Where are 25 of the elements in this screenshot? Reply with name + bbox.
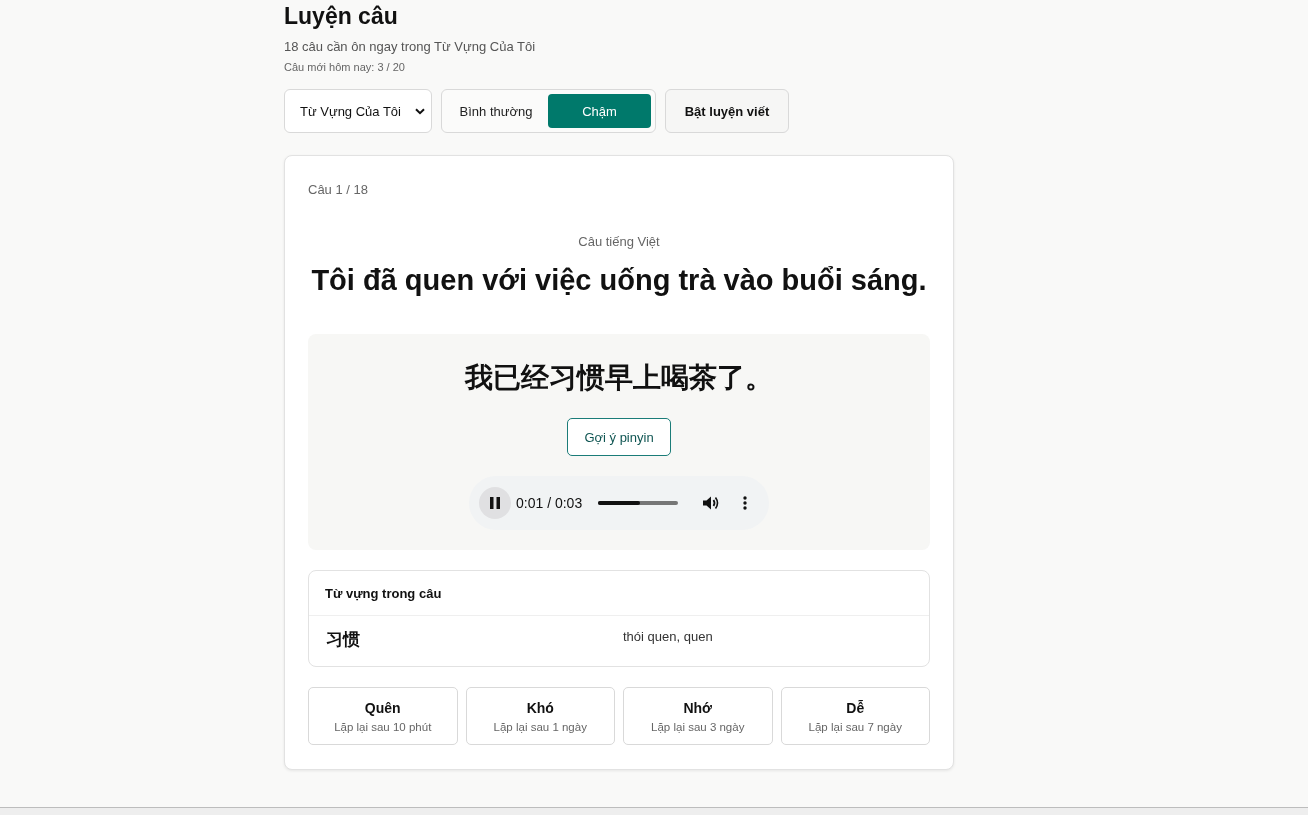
writing-practice-button[interactable]: Bật luyện viết: [665, 89, 789, 133]
vocab-heading: Từ vựng trong câu: [325, 585, 442, 601]
daily-count-text: Câu mới hôm nay: 3 / 20: [284, 60, 405, 75]
vocab-meaning: thói quen, quen: [623, 628, 713, 646]
pause-button[interactable]: [479, 487, 511, 519]
prompt-sentence: Tôi đã quen với việc uống trà vào buổi sáng.: [311, 263, 927, 298]
rating-button[interactable]: Quên Lặp lại sau 10 phút: [308, 687, 458, 745]
subtitle-text: 18 câu cần ôn ngay trong Từ Vựng Của Tôi: [284, 38, 536, 56]
page-title: Luyện câu: [284, 2, 398, 31]
rating-button[interactable]: Khó Lặp lại sau 1 ngày: [465, 687, 615, 745]
more-options-icon[interactable]: [743, 496, 748, 510]
chinese-sentence: 我已经习惯早上喝茶了。: [465, 361, 773, 395]
pinyin-hint-button[interactable]: Gợi ý pinyin: [567, 418, 671, 456]
chevron-down-icon: [415, 107, 425, 115]
deck-select[interactable]: Từ Vựng Của Tôi: [284, 89, 432, 133]
progress-track[interactable]: [598, 501, 679, 505]
volume-icon[interactable]: [703, 495, 720, 511]
speed-option[interactable]: Chậm: [548, 94, 651, 128]
prompt-label: Câu tiếng Việt: [578, 233, 660, 251]
speed-option[interactable]: Bình thường: [446, 94, 546, 128]
rating-button[interactable]: Nhớ Lặp lại sau 3 ngày: [623, 687, 773, 745]
rating-button[interactable]: Dễ Lặp lại sau 7 ngày: [780, 687, 930, 745]
time-text: 0:01 / 0:03: [516, 495, 583, 511]
vocab-word: 习惯: [326, 629, 360, 651]
counter-text: Câu 1 / 18: [308, 181, 368, 199]
